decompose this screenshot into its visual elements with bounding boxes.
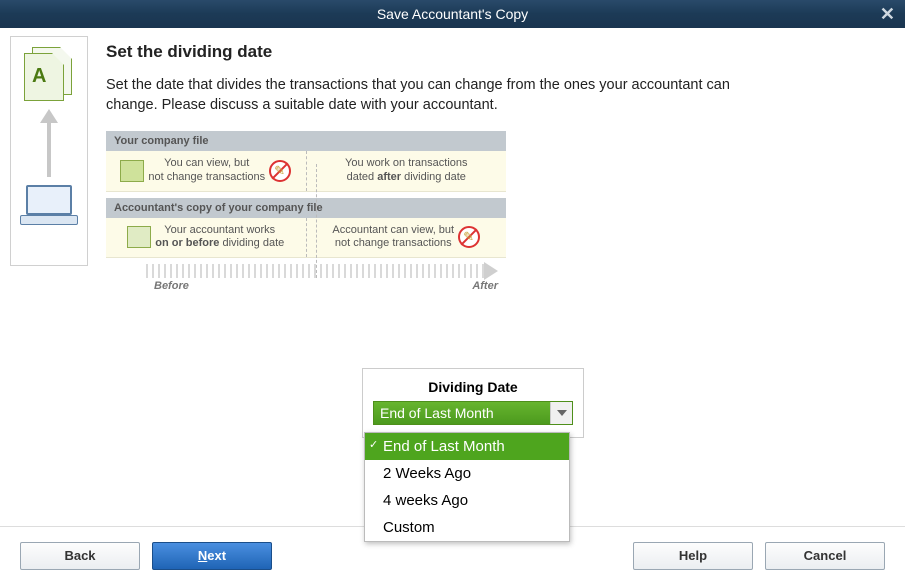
help-button[interactable]: Help (633, 542, 753, 570)
window-title: Save Accountant's Copy (377, 6, 528, 22)
dividing-date-selected: End of Last Month (374, 402, 550, 424)
diagram-acct-right-text: Accountant can view, but not change tran… (332, 224, 454, 252)
diagram-company-right-text: You work on transactions dated after div… (345, 157, 468, 185)
chevron-down-icon (557, 410, 567, 416)
dividing-date-dropdown-list[interactable]: End of Last Month 2 Weeks Ago 4 weeks Ag… (364, 432, 570, 542)
dropdown-toggle-button[interactable] (550, 402, 572, 424)
dividing-date-select[interactable]: End of Last Month (373, 401, 573, 425)
page-heading: Set the dividing date (106, 42, 895, 62)
timeline-before-label: Before (154, 280, 189, 292)
diagram-acct-right: Accountant can view, but not change tran… (307, 218, 507, 258)
cancel-button[interactable]: Cancel (765, 542, 885, 570)
wizard-illustration: A (10, 36, 88, 266)
diagram-acct-left: Your accountant works on or before divid… (106, 218, 307, 258)
diagram-company-left: You can view, but not change transaction… (106, 151, 307, 191)
page-description: Set the date that divides the transactio… (106, 76, 766, 115)
dividing-date-panel: Dividing Date End of Last Month (362, 368, 584, 438)
dropdown-option[interactable]: End of Last Month (365, 433, 569, 460)
dropdown-option[interactable]: 4 weeks Ago (365, 487, 569, 514)
dropdown-option[interactable]: 2 Weeks Ago (365, 460, 569, 487)
back-button[interactable]: Back (20, 542, 140, 570)
title-bar: Save Accountant's Copy ✕ (0, 0, 905, 28)
dividing-date-label: Dividing Date (373, 379, 573, 395)
diagram-acct-header: Accountant's copy of your company file (106, 198, 506, 218)
diagram-company-right: You work on transactions dated after div… (307, 151, 507, 191)
no-edit-icon (458, 226, 480, 248)
dropdown-option[interactable]: Custom (365, 514, 569, 541)
company-file-icon (120, 160, 144, 182)
diagram-acct-left-text: Your accountant works on or before divid… (155, 224, 284, 252)
diagram-company-header: Your company file (106, 131, 506, 151)
laptop-icon (18, 185, 80, 229)
up-arrow-icon (42, 107, 56, 177)
timeline-after-label: After (472, 280, 498, 292)
timeline-ruler: Before After (106, 264, 506, 288)
dividing-diagram: Your company file You can view, but not … (106, 131, 506, 288)
diagram-company-left-text: You can view, but not change transaction… (148, 157, 265, 185)
no-edit-icon (269, 160, 291, 182)
accountant-file-icon: A (22, 45, 76, 99)
close-icon[interactable]: ✕ (880, 4, 895, 25)
next-button[interactable]: Next (152, 542, 272, 570)
accountant-copy-icon (127, 226, 151, 248)
